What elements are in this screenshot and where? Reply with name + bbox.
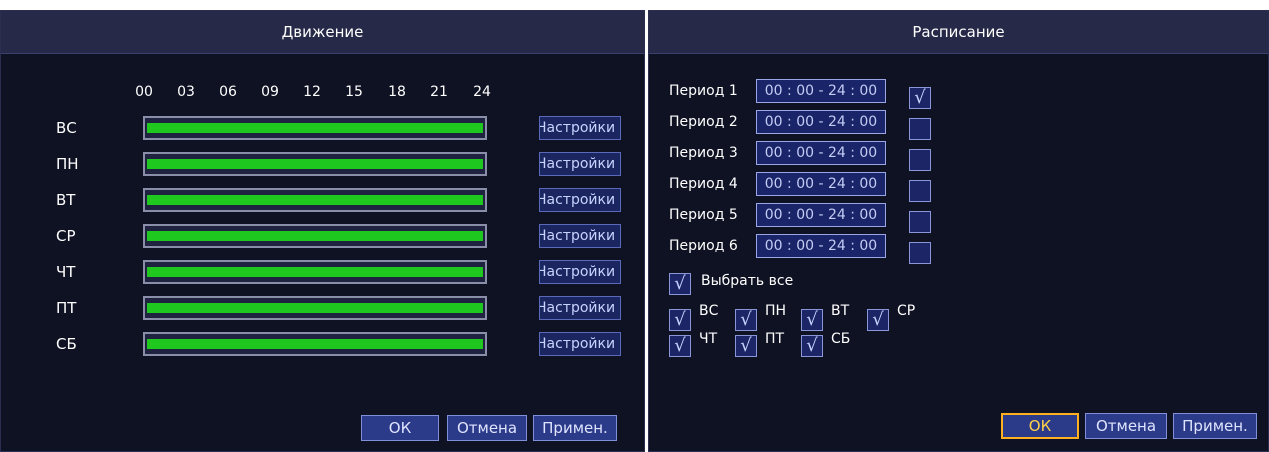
period-label: Период 2	[669, 114, 738, 130]
timebar-fill	[147, 303, 483, 313]
motion-title-bar: Движение	[1, 11, 644, 54]
day-label-sun: ВС	[56, 119, 77, 137]
hour-label: 09	[261, 84, 279, 100]
period-4-checkbox[interactable]	[909, 180, 931, 202]
day-checkbox-fri[interactable]: √	[735, 335, 757, 357]
day-checkbox-label: СР	[897, 303, 916, 319]
select-all-label: Выбрать все	[701, 273, 794, 289]
hour-label: 15	[345, 84, 363, 100]
timebar-fill	[147, 267, 483, 277]
timebar-fill	[147, 195, 483, 205]
day-checkbox-wed[interactable]: √	[867, 309, 889, 331]
hour-label: 18	[388, 84, 406, 100]
period-label: Период 4	[669, 176, 738, 192]
timebar-sat[interactable]	[143, 332, 487, 356]
timebar-mon[interactable]	[143, 152, 487, 176]
period-3-checkbox[interactable]	[909, 149, 931, 171]
day-checkbox-label: ПН	[765, 303, 787, 319]
ok-button[interactable]: ОК	[1001, 413, 1079, 439]
timebar-fill	[147, 159, 483, 169]
period-label: Период 1	[669, 83, 738, 99]
period-2-time-field[interactable]: 00 : 00 - 24 : 00	[756, 110, 886, 134]
timebar-fill	[147, 339, 483, 349]
period-5-time-field[interactable]: 00 : 00 - 24 : 00	[756, 203, 886, 227]
apply-button[interactable]: Примен.	[1173, 413, 1257, 439]
cancel-button[interactable]: Отмена	[447, 415, 527, 441]
setup-button-thu[interactable]: Настройки	[539, 260, 621, 284]
period-6-checkbox[interactable]	[909, 242, 931, 264]
period-2-checkbox[interactable]	[909, 118, 931, 140]
setup-button-tue[interactable]: Настройки	[539, 188, 621, 212]
timebar-fill	[147, 123, 483, 133]
period-4-time-field[interactable]: 00 : 00 - 24 : 00	[756, 172, 886, 196]
setup-button-mon[interactable]: Настройки	[539, 152, 621, 176]
timebar-wed[interactable]	[143, 224, 487, 248]
setup-button-sat[interactable]: Настройки	[539, 332, 621, 356]
day-checkbox-label: ПТ	[765, 331, 785, 347]
timebar-tue[interactable]	[143, 188, 487, 212]
day-checkbox-label: ВС	[699, 303, 719, 319]
day-label-mon: ПН	[56, 155, 79, 173]
schedule-title: Расписание	[912, 23, 1005, 41]
setup-button-wed[interactable]: Настройки	[539, 224, 621, 248]
hour-label: 00	[135, 84, 153, 100]
day-checkbox-label: СБ	[831, 331, 851, 347]
day-label-fri: ПТ	[56, 299, 77, 317]
period-label: Период 6	[669, 238, 738, 254]
hour-label: 21	[430, 84, 448, 100]
day-checkbox-tue[interactable]: √	[801, 309, 823, 331]
day-checkbox-label: ВТ	[831, 303, 850, 319]
timebar-fri[interactable]	[143, 296, 487, 320]
period-6-time-field[interactable]: 00 : 00 - 24 : 00	[756, 234, 886, 258]
period-1-time-field[interactable]: 00 : 00 - 24 : 00	[756, 79, 886, 103]
ok-button[interactable]: ОК	[361, 415, 439, 441]
day-label-wed: СР	[56, 227, 76, 245]
day-checkbox-label: ЧТ	[699, 331, 718, 347]
setup-button-sun[interactable]: Настройки	[539, 116, 621, 140]
schedule-panel: Расписание Период 1 00 : 00 - 24 : 00 √ …	[648, 10, 1269, 452]
motion-panel: Движение 00 03 06 09 12 15 18 21 24 ВС Н…	[0, 10, 645, 452]
cancel-button[interactable]: Отмена	[1085, 413, 1167, 439]
motion-title: Движение	[281, 23, 364, 41]
day-checkbox-sun[interactable]: √	[669, 309, 691, 331]
period-1-checkbox[interactable]: √	[909, 87, 931, 109]
day-label-thu: ЧТ	[56, 263, 76, 281]
period-3-time-field[interactable]: 00 : 00 - 24 : 00	[756, 141, 886, 165]
hour-label: 06	[219, 84, 237, 100]
schedule-title-bar: Расписание	[649, 11, 1268, 54]
period-label: Период 5	[669, 207, 738, 223]
hour-label: 03	[177, 84, 195, 100]
day-checkbox-thu[interactable]: √	[669, 335, 691, 357]
timebar-thu[interactable]	[143, 260, 487, 284]
day-label-tue: ВТ	[56, 191, 76, 209]
hour-label: 12	[303, 84, 321, 100]
select-all-checkbox[interactable]: √	[669, 273, 691, 295]
period-label: Период 3	[669, 145, 738, 161]
setup-button-fri[interactable]: Настройки	[539, 296, 621, 320]
day-checkbox-sat[interactable]: √	[801, 335, 823, 357]
day-label-sat: СБ	[56, 335, 77, 353]
hour-label: 24	[473, 84, 491, 100]
day-checkbox-mon[interactable]: √	[735, 309, 757, 331]
apply-button[interactable]: Примен.	[533, 415, 617, 441]
timebar-sun[interactable]	[143, 116, 487, 140]
period-5-checkbox[interactable]	[909, 211, 931, 233]
timebar-fill	[147, 231, 483, 241]
